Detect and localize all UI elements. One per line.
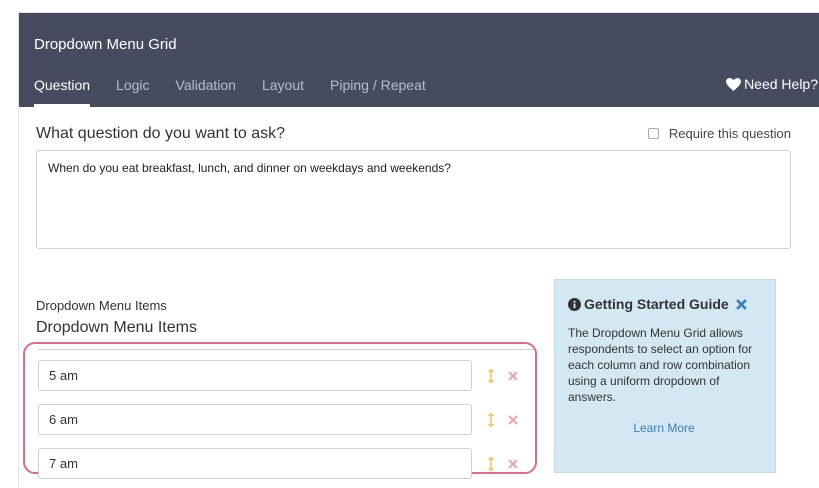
heart-icon bbox=[726, 77, 741, 91]
dropdown-item-input[interactable]: 7 am bbox=[38, 448, 472, 479]
learn-more-link[interactable]: Learn More bbox=[568, 421, 760, 435]
dropdown-item-input[interactable]: 6 am bbox=[38, 404, 472, 435]
delete-icon[interactable] bbox=[508, 415, 518, 425]
close-icon bbox=[735, 298, 747, 310]
divider bbox=[38, 349, 534, 350]
need-help-link[interactable]: Need Help? bbox=[726, 76, 818, 92]
editor-header: Dropdown Menu Grid Question Logic Valida… bbox=[19, 13, 819, 107]
editor-title: Dropdown Menu Grid bbox=[34, 36, 177, 53]
guide-header: Getting Started Guide bbox=[568, 296, 760, 312]
delete-icon[interactable] bbox=[508, 371, 518, 381]
getting-started-guide: Getting Started Guide The Dropdown Menu … bbox=[554, 279, 776, 473]
tab-piping-repeat[interactable]: Piping / Repeat bbox=[330, 76, 426, 107]
guide-title: Getting Started Guide bbox=[584, 296, 729, 312]
question-label: What question do you want to ask? bbox=[36, 125, 286, 142]
dropdown-items-subtitle: Dropdown Menu Items bbox=[36, 298, 167, 313]
tab-bar: Question Logic Validation Layout Piping … bbox=[34, 76, 452, 107]
dropdown-items-list: 5 am 6 am 7 am bbox=[23, 342, 537, 479]
require-label: Require this question bbox=[668, 126, 791, 141]
drag-handle-icon[interactable] bbox=[487, 456, 495, 472]
dropdown-item-input[interactable]: 5 am bbox=[38, 360, 472, 391]
tab-validation[interactable]: Validation bbox=[176, 76, 236, 107]
need-help-label: Need Help? bbox=[744, 76, 818, 92]
tab-logic[interactable]: Logic bbox=[116, 76, 149, 107]
question-text-input[interactable]: When do you eat breakfast, lunch, and di… bbox=[36, 150, 791, 249]
dropdown-items-title: Dropdown Menu Items bbox=[36, 319, 197, 336]
tab-question[interactable]: Question bbox=[34, 76, 91, 107]
question-editor: Dropdown Menu Grid Question Logic Valida… bbox=[18, 12, 819, 488]
info-circle-icon bbox=[568, 297, 581, 311]
delete-icon[interactable] bbox=[508, 459, 518, 469]
guide-close-button[interactable] bbox=[735, 298, 750, 310]
require-checkbox[interactable] bbox=[647, 128, 659, 139]
guide-body: The Dropdown Menu Grid allows respondent… bbox=[568, 326, 753, 404]
tab-layout[interactable]: Layout bbox=[262, 76, 304, 107]
drag-handle-icon[interactable] bbox=[487, 412, 495, 428]
require-question: Require this question bbox=[647, 126, 791, 141]
drag-handle-icon[interactable] bbox=[487, 368, 495, 384]
